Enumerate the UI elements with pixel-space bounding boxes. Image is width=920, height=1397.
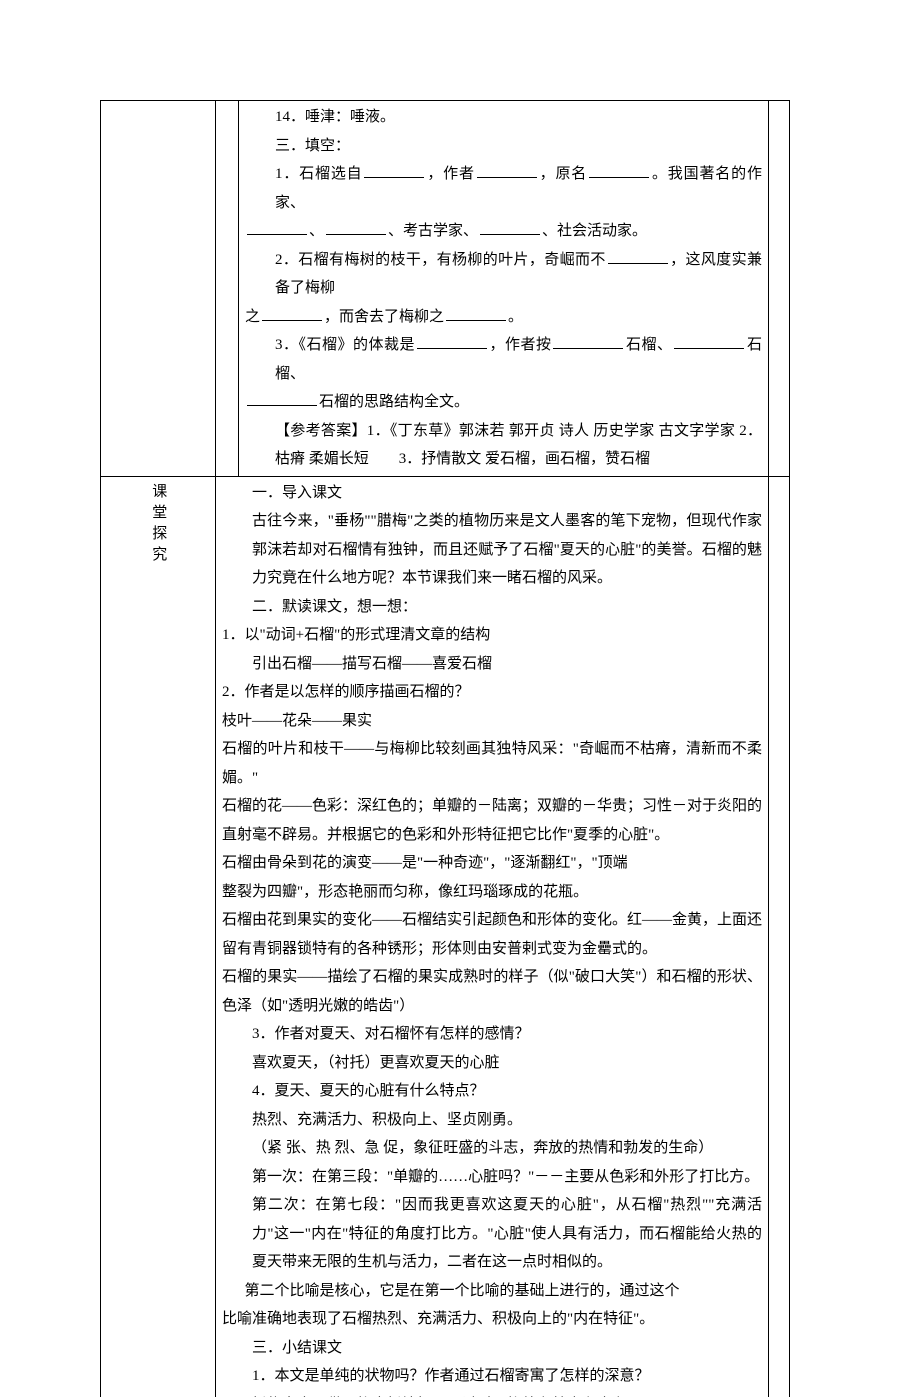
blank bbox=[247, 219, 307, 235]
left-label: 课堂探究 bbox=[144, 477, 173, 573]
sec-1-title: 一．导入课文 bbox=[222, 479, 762, 508]
blank bbox=[446, 305, 506, 321]
fill-1-e: 、 bbox=[309, 223, 324, 239]
main-content: 一．导入课文 古往今来，"垂杨""腊梅"之类的植物历来是文人墨客的笔下宠物，但现… bbox=[216, 477, 768, 1397]
section-3-title: 三．填空： bbox=[245, 132, 762, 161]
blank bbox=[608, 248, 668, 264]
answers: 【参考答案】1．《丁东草》郭沫若 郭开贞 诗人 历史学家 古文字学家 2．枯瘠 … bbox=[245, 417, 762, 474]
fill-1-c: ，原名 bbox=[539, 166, 587, 182]
leaf-branch: 石榴的叶片和枝干——与梅柳比较刻画其独特风采："奇崛而不枯瘠，清新而不柔媚。" bbox=[222, 735, 762, 792]
sec-3-title: 三．小结课文 bbox=[222, 1334, 762, 1363]
fill-1: 1．石榴选自，作者，原名。我国著名的作家、 bbox=[245, 160, 762, 217]
q1-ans: 引出石榴——描写石榴——喜爱石榴 bbox=[222, 650, 762, 679]
main-content-cell: 一．导入课文 古往今来，"垂杨""腊梅"之类的植物历来是文人墨客的笔下宠物，但现… bbox=[216, 476, 769, 1397]
flower-to-fruit: 石榴由花到果实的变化——石榴结实引起颜色和形体的变化。红——金黄，上面还留有青铜… bbox=[222, 906, 762, 963]
blank bbox=[247, 390, 317, 406]
first-time: 第一次：在第三段："单瓣的……心脏吗？"－－主要从色彩和外形了打比方。 bbox=[222, 1163, 762, 1192]
fruit: 石榴的果实——描绘了石榴的果实成熟时的样子（似"破口大笑"）和石榴的形状、色泽（… bbox=[222, 963, 762, 1020]
fill-2-a: 2．石榴有梅树的枝干，有杨柳的叶片，奇崛而不 bbox=[275, 252, 606, 268]
line-14: 14．唾津：唾液。 bbox=[245, 103, 762, 132]
main-right-cell bbox=[769, 476, 790, 1397]
fill-3-line2: 石榴的思路结构全文。 bbox=[245, 388, 762, 417]
second-time: 第二次：在第七段："因而我更喜欢这夏天的心脏"，从石榴"热烈""充满活力"这一"… bbox=[222, 1191, 762, 1277]
fill-3: 3．《石榴》的体裁是，作者按石榴、石榴、 bbox=[245, 331, 762, 388]
top-content-cell: 14．唾津：唾液。 三．填空： 1．石榴选自，作者，原名。我国著名的作家、 、、… bbox=[239, 101, 769, 477]
fill-3-e: 石榴的思路结构全文。 bbox=[319, 394, 469, 410]
top-content: 14．唾津：唾液。 三．填空： 1．石榴选自，作者，原名。我国著名的作家、 、、… bbox=[239, 101, 768, 476]
blank bbox=[674, 333, 744, 349]
q4: 4．夏天、夏天的心脏有什么特点？ bbox=[222, 1077, 762, 1106]
q3: 3．作者对夏天、对石榴怀有怎样的感情？ bbox=[222, 1020, 762, 1049]
bud-to-flower-1: 石榴由骨朵到花的演变——是"一种奇迹"，"逐渐翻红"，"顶端 bbox=[222, 849, 762, 878]
left-label-cell: 课堂探究 bbox=[101, 476, 216, 1397]
fill-2-e: 。 bbox=[508, 309, 523, 325]
top-left-cell-2 bbox=[216, 101, 239, 477]
blank bbox=[262, 305, 322, 321]
q4-ans: 热烈、充满活力、积极向上、坚贞刚勇。 bbox=[222, 1106, 762, 1135]
document-table: 14．唾津：唾液。 三．填空： 1．石榴选自，作者，原名。我国著名的作家、 、、… bbox=[100, 100, 790, 1397]
fill-3-a: 3．《石榴》的体裁是 bbox=[275, 337, 415, 353]
blank bbox=[477, 162, 537, 178]
fill-1-f: 、考古学家、 bbox=[388, 223, 478, 239]
q3-ans: 喜欢夏天，（衬托）更喜欢夏天的心脏 bbox=[222, 1049, 762, 1078]
blank bbox=[553, 333, 623, 349]
fill-2-d: ，而舍去了梅柳之 bbox=[324, 309, 444, 325]
flower: 石榴的花——色彩：深红色的；单瓣的－陆离；双瓣的－华贵；习性－对于炎阳的直射毫不… bbox=[222, 792, 762, 849]
fill-1-g: 、社会活动家。 bbox=[542, 223, 647, 239]
summary-ans-1: 托物言志，借石榴寄托情怀，通过对石榴外在特点和内在品 bbox=[222, 1391, 762, 1397]
intro-para: 古往今来，"垂杨""腊梅"之类的植物历来是文人墨客的笔下宠物，但现代作家郭沫若却… bbox=[222, 507, 762, 593]
blank bbox=[364, 162, 424, 178]
blank bbox=[480, 219, 540, 235]
top-left-cell-1 bbox=[101, 101, 216, 477]
blank bbox=[417, 333, 487, 349]
q2-seq: 枝叶——花朵——果实 bbox=[222, 707, 762, 736]
fill-1-b: ，作者 bbox=[426, 166, 474, 182]
fill-2: 2．石榴有梅树的枝干，有杨柳的叶片，奇崛而不，这风度实兼备了梅柳 bbox=[245, 246, 762, 303]
sec-2-title: 二．默读课文，想一想： bbox=[222, 593, 762, 622]
blank bbox=[326, 219, 386, 235]
page: 14．唾津：唾液。 三．填空： 1．石榴选自，作者，原名。我国著名的作家、 、、… bbox=[0, 0, 920, 1397]
blank bbox=[589, 162, 649, 178]
q1: 1．以"动词+石榴"的形式理清文章的结构 bbox=[222, 621, 762, 650]
q4-note: （紧 张、热 烈、急 促，象征旺盛的斗志，奔放的热情和勃发的生命） bbox=[222, 1134, 762, 1163]
fill-1-line2: 、 、考古学家、 、社会活动家。 bbox=[245, 217, 762, 246]
summary-q1: 1．本文是单纯的状物吗？作者通过石榴寄寓了怎样的深意？ bbox=[222, 1362, 762, 1391]
top-right-cell bbox=[769, 101, 790, 477]
fill-2-c: 之 bbox=[245, 309, 260, 325]
bud-to-flower-2: 整裂为四瓣"，形态艳丽而匀称，像红玛瑙琢成的花瓶。 bbox=[222, 878, 762, 907]
core-metaphor-1: 第二个比喻是核心，它是在第一个比喻的基础上进行的，通过这个 bbox=[222, 1277, 762, 1306]
fill-1-a: 1．石榴选自 bbox=[275, 166, 362, 182]
core-metaphor-2: 比喻准确地表现了石榴热烈、充满活力、积极向上的"内在特征"。 bbox=[222, 1305, 762, 1334]
fill-3-c: 石榴、 bbox=[625, 337, 672, 353]
fill-3-b: ，作者按 bbox=[489, 337, 552, 353]
fill-2-line2: 之 ，而舍去了梅柳之 。 bbox=[245, 303, 762, 332]
q2: 2．作者是以怎样的顺序描画石榴的？ bbox=[222, 678, 762, 707]
